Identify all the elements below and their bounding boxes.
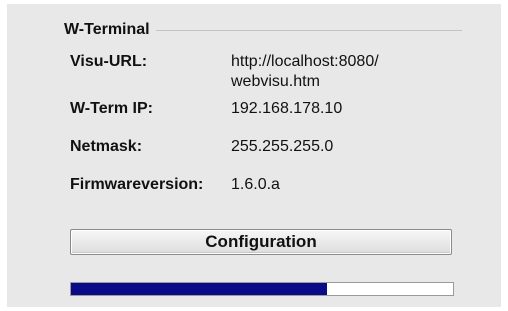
- wterm-ip-value: 192.168.178.10: [231, 100, 343, 117]
- configuration-button[interactable]: Configuration: [70, 229, 452, 255]
- wterm-ip-label: W-Term IP:: [70, 100, 153, 117]
- netmask-label: Netmask:: [70, 138, 143, 155]
- w-terminal-group-header: W-Terminal: [64, 20, 462, 40]
- visu-url-label: Visu-URL:: [70, 53, 148, 70]
- firmware-version-label: Firmwareversion:: [70, 176, 204, 193]
- visu-url-value: http://localhost:8080/ webvisu.htm: [231, 53, 379, 90]
- group-title: W-Terminal: [64, 20, 156, 40]
- progress-bar-fill: [71, 283, 327, 295]
- firmware-version-value: 1.6.0.a: [231, 176, 280, 193]
- progress-bar: [70, 282, 454, 296]
- netmask-value: 255.255.255.0: [231, 138, 334, 155]
